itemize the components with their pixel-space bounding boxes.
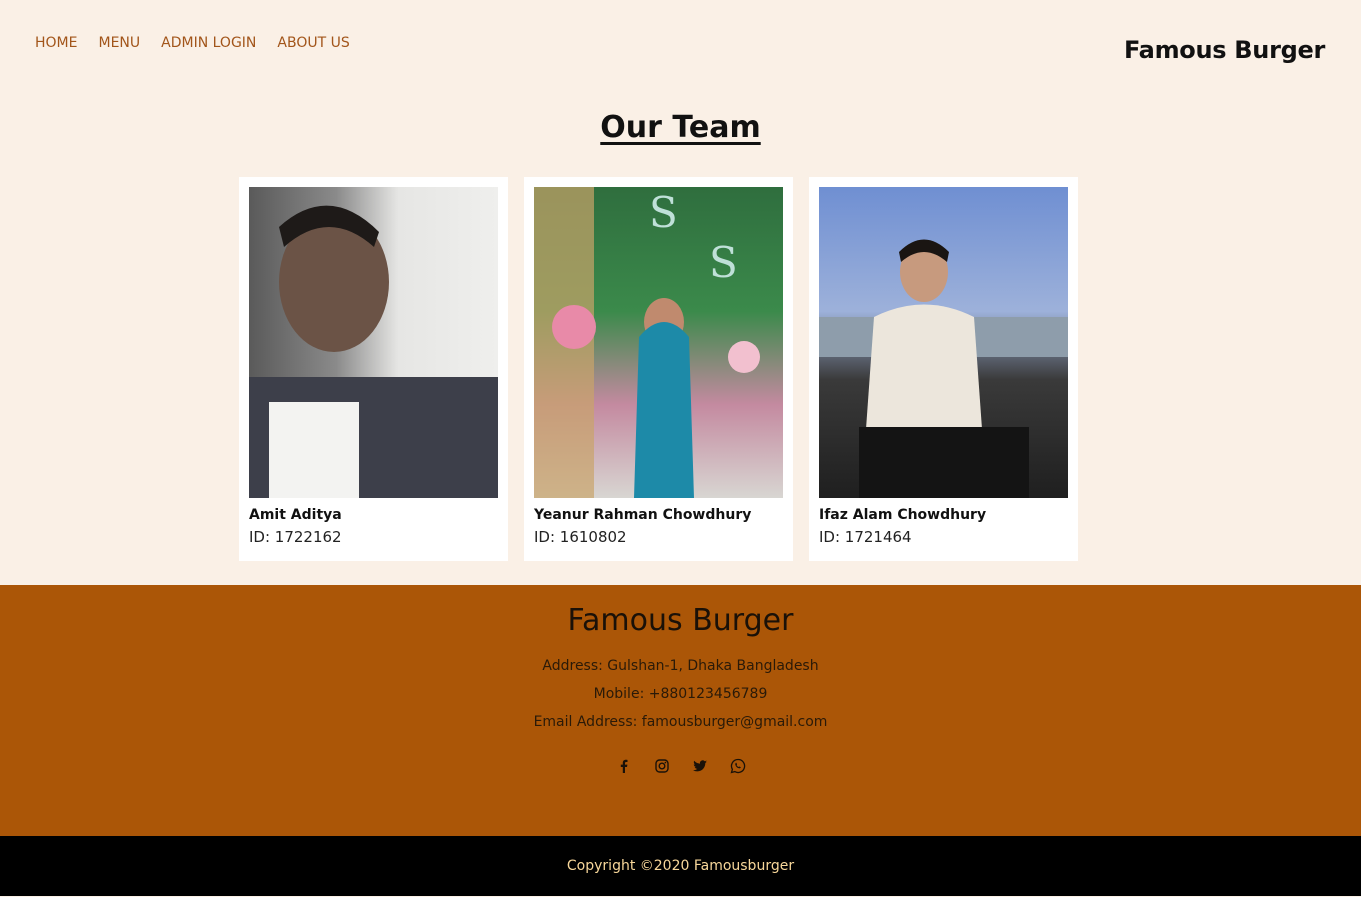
social-links [0, 758, 1361, 774]
svg-text:S: S [649, 188, 678, 237]
footer-address: Address: Gulshan-1, Dhaka Bangladesh [542, 658, 819, 674]
member-name: Ifaz Alam Chowdhury [819, 507, 987, 523]
member-name: Yeanur Rahman Chowdhury [534, 507, 752, 523]
whatsapp-icon[interactable] [730, 758, 746, 774]
member-id: ID: 1722162 [249, 528, 342, 546]
facebook-icon[interactable] [616, 758, 632, 774]
copyright-text: Copyright ©2020 Famousburger [566, 858, 795, 874]
footer-email: Email Address: famousburger@gmail.com [533, 714, 828, 730]
nav-admin-login-link[interactable]: ADMIN LOGIN [161, 35, 256, 51]
member-photo [249, 187, 498, 498]
team-card: Ifaz Alam Chowdhury ID: 1721464 [809, 177, 1078, 561]
top-nav: HOME MENU ADMIN LOGIN ABOUT US [35, 35, 350, 51]
member-id: ID: 1610802 [534, 528, 627, 546]
member-photo [819, 187, 1068, 498]
nav-about-us-link[interactable]: ABOUT US [277, 35, 349, 51]
team-card: Amit Aditya ID: 1722162 [239, 177, 508, 561]
nav-home-link[interactable]: HOME [35, 35, 77, 51]
svg-text:S: S [709, 238, 738, 287]
footer-title: Famous Burger [567, 603, 794, 638]
footer-mobile: Mobile: +880123456789 [593, 686, 768, 702]
nav-menu-link[interactable]: MENU [98, 35, 140, 51]
team-card: S S Yeanur Rahman Chowdhury ID: 1610802 [524, 177, 793, 561]
site-brand[interactable]: Famous Burger [1124, 36, 1325, 64]
instagram-icon[interactable] [654, 758, 670, 774]
team-cards: Amit Aditya ID: 1722162 S S Yeanur Rahma… [239, 177, 1078, 561]
member-photo: S S [534, 187, 783, 498]
site-footer: Famous Burger Address: Gulshan-1, Dhaka … [0, 585, 1361, 836]
member-name: Amit Aditya [249, 507, 342, 523]
page-title: Our Team [600, 110, 761, 145]
copyright-bar: Copyright ©2020 Famousburger [0, 836, 1361, 896]
member-id: ID: 1721464 [819, 528, 912, 546]
twitter-icon[interactable] [692, 758, 708, 774]
